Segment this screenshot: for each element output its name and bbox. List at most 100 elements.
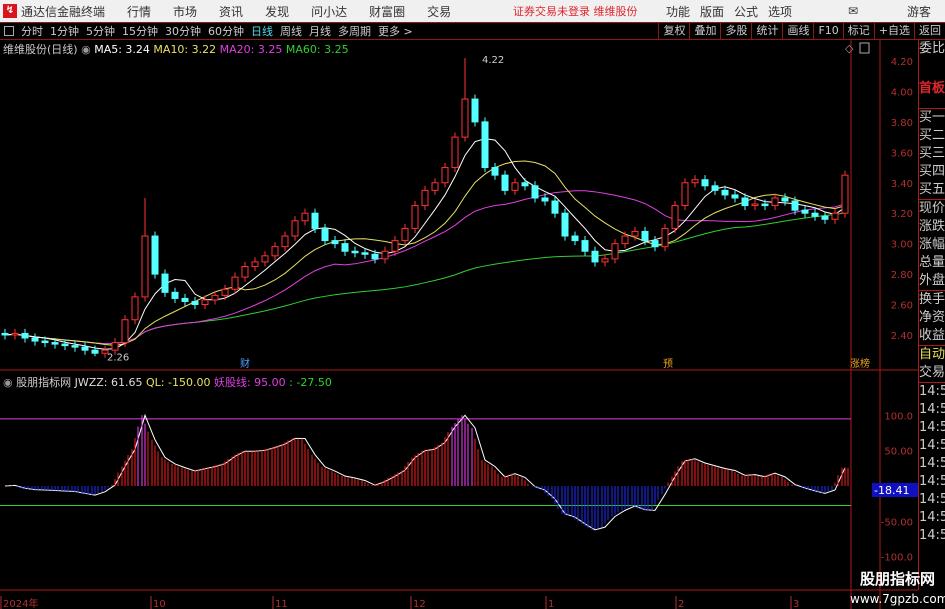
candle: [751, 203, 759, 207]
price-tick: 3.40: [891, 179, 913, 190]
date-label: 2024年: [3, 597, 38, 609]
candle: [51, 342, 59, 345]
quote-label: 14:56: [919, 382, 945, 401]
candle: [231, 276, 239, 290]
candle: [111, 342, 119, 351]
candle: [521, 182, 529, 187]
candle: [511, 182, 519, 191]
candle: [281, 235, 289, 248]
candle: [481, 121, 489, 169]
candle: [331, 240, 339, 245]
candle: [31, 337, 39, 342]
price-tick: 2.40: [891, 331, 913, 342]
candle: [791, 200, 799, 211]
quote-label: 现价: [919, 199, 945, 216]
quote-label: 总量: [919, 255, 945, 270]
quote-label: 14:56: [919, 492, 945, 507]
candle: [91, 349, 99, 354]
candle: [261, 255, 269, 263]
candle: [351, 250, 359, 254]
candle: [721, 189, 729, 196]
candle: [611, 243, 619, 260]
candle: [341, 243, 349, 252]
quote-label: 首板: [919, 81, 945, 96]
quote-label: 买一: [919, 108, 945, 125]
candle: [271, 246, 279, 257]
candle: [671, 205, 679, 229]
candle: [221, 288, 229, 296]
quote-label: 14:56: [919, 456, 945, 471]
quote-label: 14:56: [919, 510, 945, 525]
candle: [1, 332, 9, 336]
candle: [641, 230, 649, 242]
candle: [61, 343, 69, 347]
quote-label: 换手: [919, 290, 945, 307]
diamond-icon[interactable]: ◇: [845, 42, 854, 55]
event-marker[interactable]: 财: [240, 357, 250, 370]
quote-label: 涨跌: [919, 219, 945, 234]
candle: [171, 291, 179, 299]
candle: [251, 261, 259, 267]
date-label: 3: [793, 599, 799, 609]
candle: [761, 203, 769, 207]
candle: [711, 185, 719, 191]
candle: [831, 212, 839, 220]
candle: [501, 174, 509, 191]
date-label: 10: [153, 599, 166, 609]
candle: [681, 182, 689, 207]
price-tick: 2.60: [891, 301, 913, 312]
price-tick: 3.00: [891, 240, 913, 251]
quote-label: 14:56: [919, 402, 945, 417]
indicator-tick: 100.0: [884, 411, 913, 422]
date-label: 11: [275, 599, 288, 609]
candle: [21, 332, 29, 339]
candle: [691, 179, 699, 184]
quote-label: 买四: [919, 164, 945, 179]
quote-label: 涨幅: [919, 237, 945, 252]
candle: [771, 197, 779, 207]
candle: [741, 197, 749, 207]
candle: [461, 98, 469, 138]
price-tick: 3.60: [891, 148, 913, 159]
quote-label: 14:56: [919, 474, 945, 489]
current-value: -18.41: [874, 484, 909, 497]
candle: [821, 215, 829, 220]
indicator-tick: -100.0: [881, 553, 913, 564]
quote-label: 收益: [919, 328, 945, 343]
candle: [151, 235, 159, 275]
candle: [441, 167, 449, 184]
price-tick: 2.80: [891, 270, 913, 281]
candle: [801, 209, 809, 214]
event-marker[interactable]: 涨榜: [850, 357, 870, 370]
quote-label: 买二: [919, 128, 945, 143]
candle: [121, 319, 129, 344]
panel-icon[interactable]: [859, 42, 870, 54]
candle: [731, 194, 739, 199]
quote-label: 自动: [919, 345, 945, 362]
candle: [401, 227, 409, 242]
candle: [381, 250, 389, 260]
candle: [81, 346, 89, 351]
tool-button-8[interactable]: 返回: [914, 23, 945, 39]
candle: [421, 189, 429, 207]
event-marker[interactable]: 预: [663, 358, 673, 370]
quote-label: 14:56: [919, 420, 945, 435]
candle: [71, 345, 79, 348]
quote-label: 14:56: [919, 528, 945, 543]
quote-panel: 委比首板买一买二买三买四买五现价涨跌涨幅总量外盘换手净资收益自动交易14:561…: [918, 40, 945, 590]
candle: [471, 98, 479, 123]
date-label: 12: [413, 599, 426, 609]
watermark: 股朋指标网 www.7gpzb.com: [850, 570, 945, 606]
candle: [391, 240, 399, 252]
kline-chart[interactable]: 4.20 4.00 3.80 3.60 3.40 3.20 3.00 2.80 2.60 2.40…: [0, 0, 918, 609]
candle: [141, 235, 149, 298]
candle: [551, 200, 559, 214]
candle: [601, 258, 609, 263]
quote-label: 外盘: [919, 273, 945, 288]
candle: [661, 227, 669, 248]
ma60-line: [4, 212, 846, 345]
indicator-tick: 50.00: [884, 447, 913, 458]
candle: [541, 197, 549, 202]
candle: [581, 240, 589, 252]
candle: [631, 230, 639, 237]
